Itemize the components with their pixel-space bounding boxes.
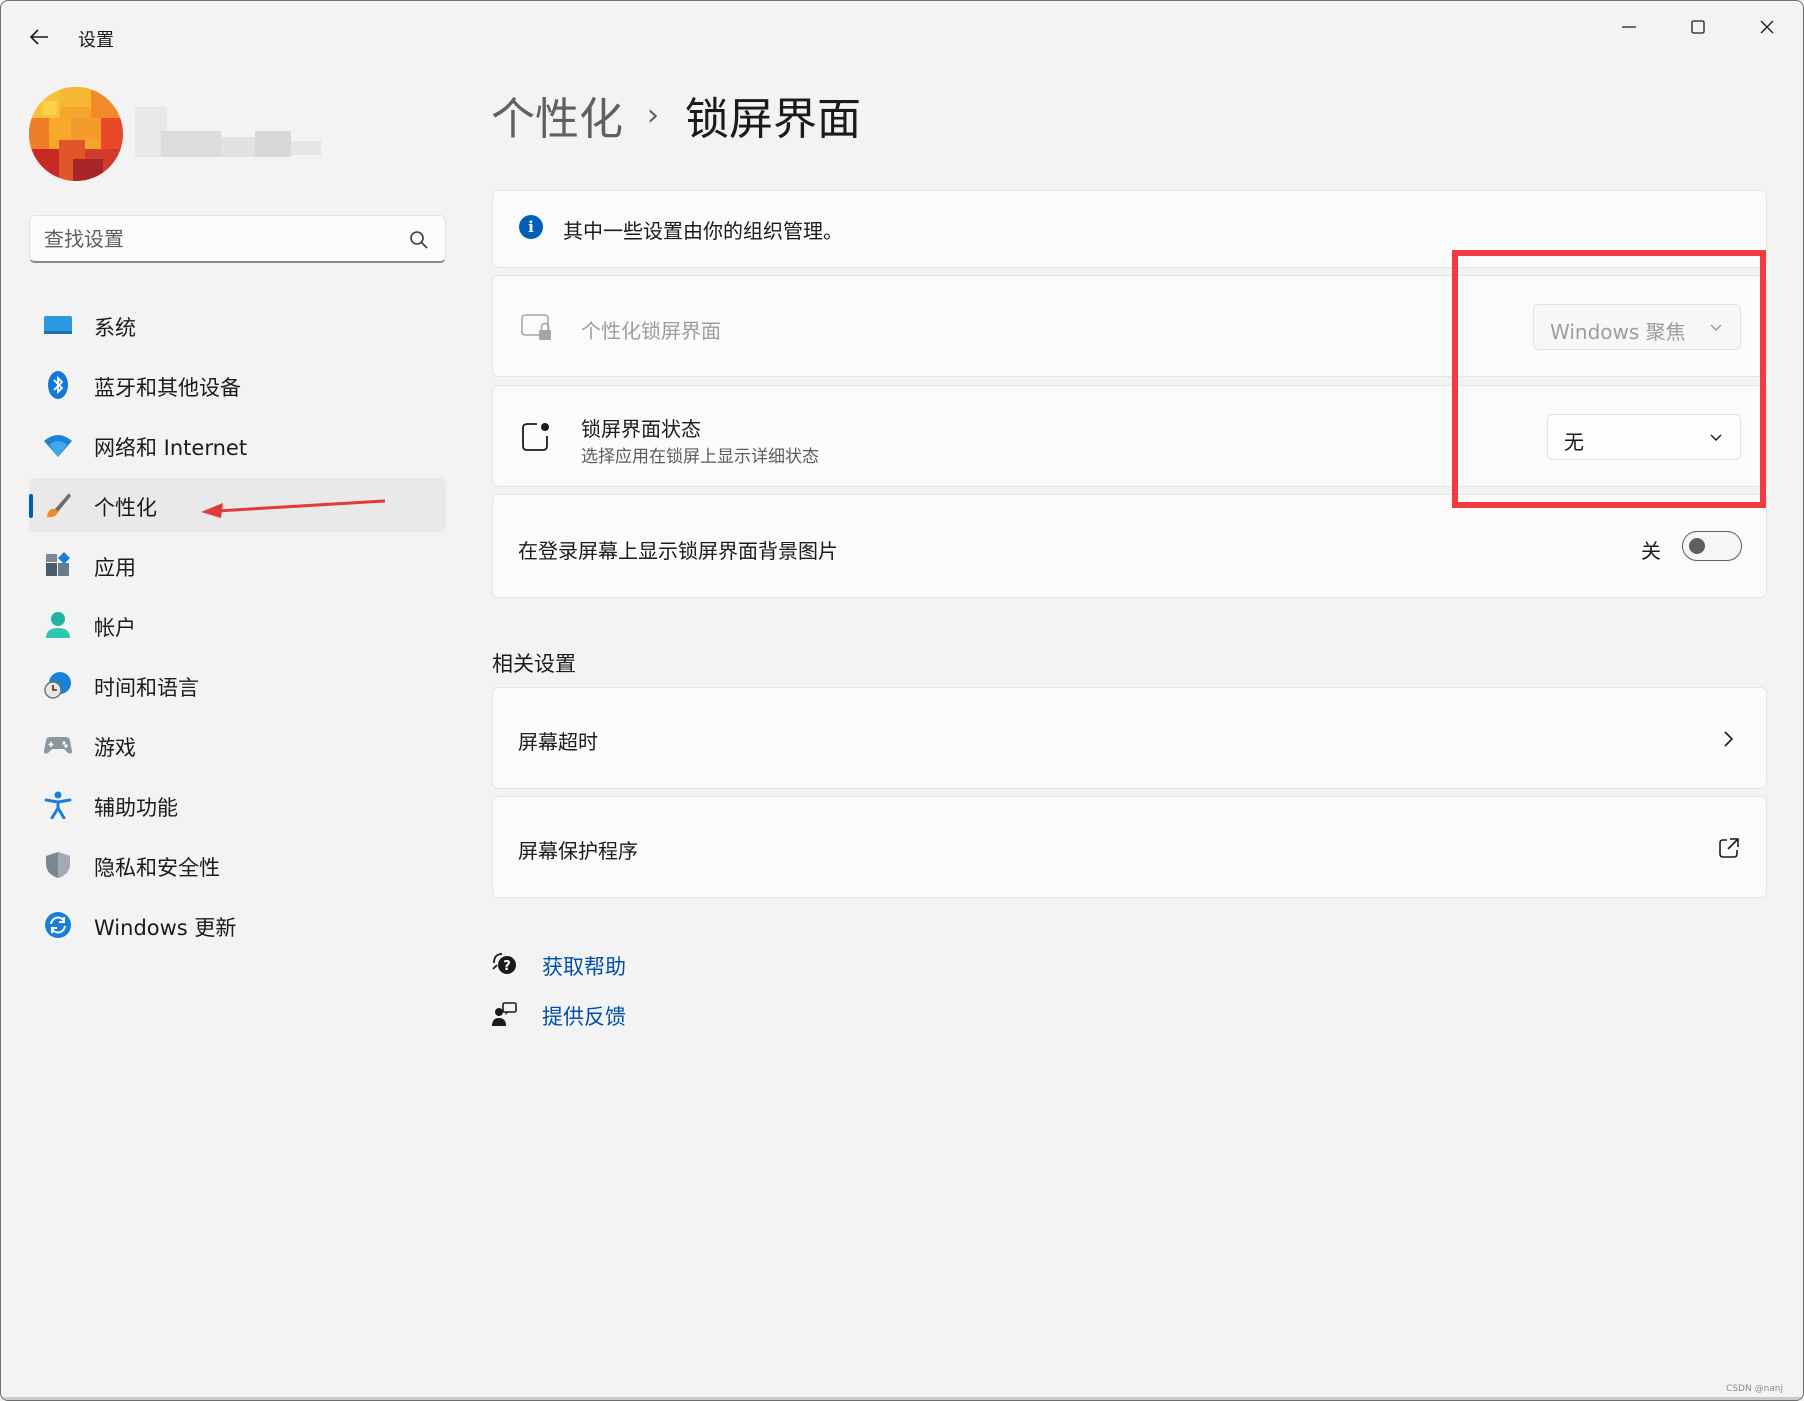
sidebar-item-apps[interactable]: 应用	[29, 538, 446, 592]
help-chat-icon: ?	[492, 953, 516, 974]
sidebar-item-system[interactable]: 系统	[29, 298, 446, 352]
feedback-text[interactable]: 提供反馈	[542, 1001, 626, 1031]
get-help-link[interactable]: ? 获取帮助	[491, 951, 626, 979]
sidebar-item-windows-update[interactable]: Windows 更新	[29, 898, 446, 952]
sidebar-item-label: 游戏	[94, 736, 136, 760]
setting-show-background-on-signin: 在登录屏幕上显示锁屏界面背景图片 关	[492, 494, 1767, 598]
sidebar-item-network[interactable]: 网络和 Internet	[29, 418, 446, 472]
show-background-toggle[interactable]	[1682, 531, 1742, 561]
close-button[interactable]	[1737, 7, 1797, 47]
sidebar-item-privacy[interactable]: 隐私和安全性	[29, 838, 446, 892]
feedback-icon	[492, 1002, 517, 1026]
minimize-button[interactable]	[1599, 7, 1659, 47]
sidebar-item-label: 网络和 Internet	[94, 436, 248, 460]
back-button[interactable]	[21, 19, 57, 55]
sidebar-item-time-language[interactable]: 时间和语言	[29, 658, 446, 712]
title-bar: 设置	[1, 1, 1803, 71]
minimize-icon	[1622, 26, 1636, 28]
avatar[interactable]	[29, 87, 123, 181]
setting-title: 个性化锁屏界面	[581, 319, 721, 343]
notice-text: 其中一些设置由你的组织管理。	[563, 219, 843, 243]
setting-title: 锁屏界面状态	[581, 417, 701, 441]
wifi-icon	[44, 435, 72, 457]
sidebar-item-label: 辅助功能	[94, 796, 178, 820]
status-app-icon	[522, 423, 549, 451]
breadcrumb-separator: ›	[647, 97, 659, 133]
setting-subtitle: 选择应用在锁屏上显示详细状态	[581, 447, 819, 467]
watermark: CSDN @nanj	[1726, 1384, 1783, 1394]
setting-title: 在登录屏幕上显示锁屏界面背景图片	[518, 539, 838, 563]
chevron-right-icon	[1724, 731, 1734, 747]
sidebar-item-label: 系统	[94, 316, 136, 340]
search-icon[interactable]	[409, 230, 429, 250]
monitor-icon	[44, 316, 72, 334]
info-icon: i	[519, 215, 543, 239]
svg-text:?: ?	[503, 959, 511, 974]
sidebar-item-accessibility[interactable]: 辅助功能	[29, 778, 446, 832]
related-settings-heading: 相关设置	[492, 652, 576, 676]
toggle-knob	[1689, 538, 1705, 554]
breadcrumb: 个性化 › 锁屏界面	[491, 83, 861, 147]
close-icon	[1760, 20, 1774, 34]
back-arrow-icon	[29, 29, 48, 45]
app-title: 设置	[78, 30, 114, 51]
bottom-border	[1, 1397, 1803, 1400]
related-item-label: 屏幕保护程序	[518, 839, 638, 863]
account-icon	[46, 612, 70, 638]
sidebar-item-gaming[interactable]: 游戏	[29, 718, 446, 772]
maximize-button[interactable]	[1668, 7, 1728, 47]
toggle-state-label: 关	[1641, 539, 1661, 563]
sidebar-item-label: 应用	[94, 556, 136, 580]
related-item-screen-saver[interactable]: 屏幕保护程序	[492, 796, 1767, 898]
sidebar-item-bluetooth[interactable]: 蓝牙和其他设备	[29, 358, 446, 412]
sidebar-item-accounts[interactable]: 帐户	[29, 598, 446, 652]
update-icon	[45, 912, 71, 938]
gamepad-icon	[44, 737, 72, 754]
active-indicator	[29, 494, 33, 518]
sidebar-item-label: Windows 更新	[94, 916, 237, 940]
apps-icon	[46, 552, 70, 576]
search-input[interactable]	[44, 226, 384, 252]
brush-icon	[47, 493, 71, 518]
sidebar-item-label: 个性化	[94, 496, 157, 520]
search-box	[29, 215, 446, 263]
external-link-icon	[1719, 838, 1739, 858]
bluetooth-icon	[48, 371, 68, 399]
breadcrumb-parent[interactable]: 个性化	[491, 83, 623, 147]
feedback-link[interactable]: 提供反馈	[491, 1001, 626, 1029]
accessibility-icon	[44, 791, 72, 819]
annotation-arrow-icon	[201, 499, 386, 518]
related-item-screen-timeout[interactable]: 屏幕超时	[492, 687, 1767, 789]
shield-icon	[46, 852, 70, 878]
globe-clock-icon	[44, 672, 71, 699]
sidebar-item-label: 隐私和安全性	[94, 856, 220, 880]
settings-window: 设置 查找设置 系统 蓝牙和其他设备 网络和 Internet 个性化 应用 帐…	[0, 0, 1804, 1401]
page-title: 锁屏界面	[685, 94, 861, 145]
sidebar-item-label: 蓝牙和其他设备	[94, 376, 241, 400]
maximize-icon	[1691, 20, 1705, 34]
annotation-highlight-box	[1452, 250, 1766, 508]
sidebar-item-label: 帐户	[94, 616, 136, 640]
get-help-text[interactable]: 获取帮助	[542, 951, 626, 981]
avatar-image	[29, 87, 123, 181]
sidebar-item-label: 时间和语言	[94, 676, 199, 700]
related-item-label: 屏幕超时	[518, 730, 598, 754]
lock-screen-icon	[521, 314, 551, 340]
